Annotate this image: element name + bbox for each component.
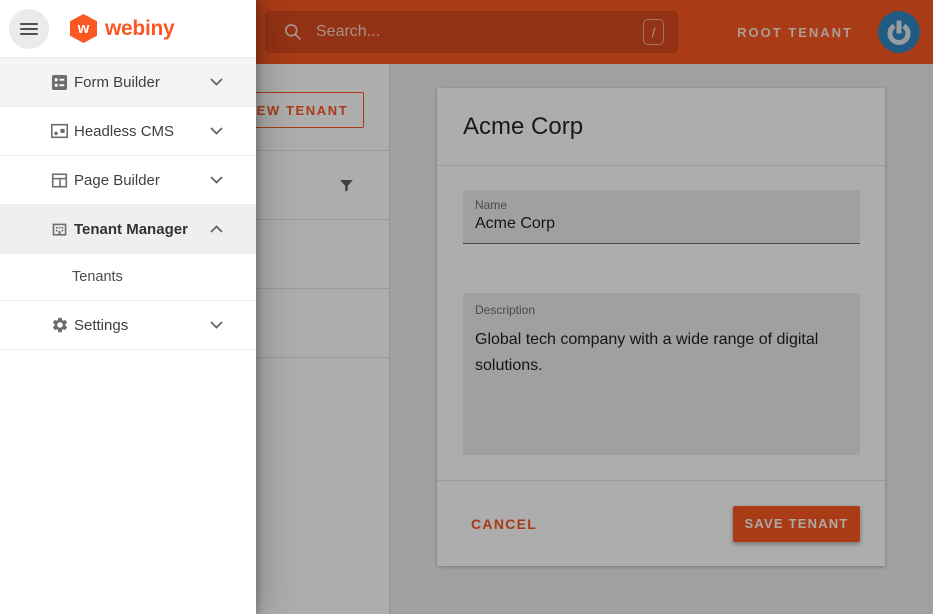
nav-item-label: Tenant Manager xyxy=(74,221,188,238)
webiny-hexagon-icon: w xyxy=(70,14,97,43)
nav-subitem-label: Tenants xyxy=(72,269,123,285)
webiny-wordmark: webiny xyxy=(105,17,174,41)
nav-item-tenant-manager[interactable]: Tenant Manager xyxy=(0,205,256,254)
tenant-manager-icon xyxy=(50,221,69,238)
nav-item-label: Page Builder xyxy=(74,172,160,189)
nav-subitem-tenants[interactable]: Tenants xyxy=(0,254,256,301)
chevron-up-icon xyxy=(210,225,223,233)
page-builder-icon xyxy=(50,172,69,189)
headless-cms-icon xyxy=(50,123,69,139)
chevron-down-icon xyxy=(210,127,223,135)
nav-item-form-builder[interactable]: Form Builder xyxy=(0,58,256,107)
chevron-down-icon xyxy=(210,78,223,86)
gear-icon xyxy=(50,316,69,334)
chevron-down-icon xyxy=(210,321,223,329)
drawer-header: w webiny xyxy=(0,0,256,58)
nav-item-label: Settings xyxy=(74,317,128,334)
drawer-menu: Form Builder Headless CMS xyxy=(0,58,256,350)
navigation-drawer: w webiny Form Builder Headless CMS xyxy=(0,0,256,614)
webiny-logo[interactable]: w webiny xyxy=(70,14,174,43)
nav-item-headless-cms[interactable]: Headless CMS xyxy=(0,107,256,156)
menu-toggle-button[interactable] xyxy=(9,9,49,49)
nav-item-label: Headless CMS xyxy=(74,123,174,140)
chevron-down-icon xyxy=(210,176,223,184)
nav-item-label: Form Builder xyxy=(74,74,160,91)
nav-item-settings[interactable]: Settings xyxy=(0,301,256,350)
form-builder-icon xyxy=(50,74,69,91)
app-window: / ROOT TENANT NEW TENANT xyxy=(0,0,933,614)
hamburger-icon xyxy=(20,23,38,25)
nav-item-page-builder[interactable]: Page Builder xyxy=(0,156,256,205)
